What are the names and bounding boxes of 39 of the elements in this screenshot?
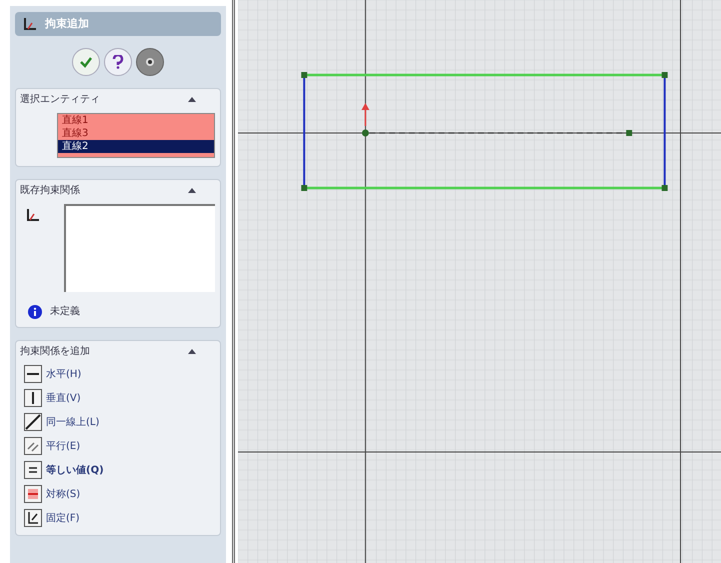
section-title: 選択エンティティ (20, 92, 100, 106)
entity-item[interactable]: 直線1 (58, 114, 214, 127)
entity-list[interactable]: 直線1 直線3 直線2 (57, 113, 215, 158)
equal-relation-icon (24, 461, 42, 479)
panel-title: 拘束追加 (45, 16, 89, 32)
relation-option[interactable]: 平行(E) (46, 438, 80, 454)
symmetric-relation-icon (24, 485, 42, 503)
collapse-caret-icon[interactable] (188, 188, 196, 192)
status-text: 未定義 (50, 304, 80, 319)
relation-icon (24, 208, 40, 222)
collapse-caret-icon[interactable] (188, 96, 196, 102)
relation-option[interactable]: 等しい値(Q) (46, 462, 104, 478)
vertical-relation-icon (24, 389, 42, 407)
entity-item[interactable]: 直線2 (58, 140, 214, 153)
horizontal-relation-icon (24, 365, 42, 383)
pin-button[interactable] (136, 48, 164, 76)
relation-option[interactable]: 水平(H) (46, 366, 82, 382)
relation-option[interactable]: 対称(S) (46, 486, 80, 502)
info-icon (28, 304, 42, 318)
relation-icon (23, 17, 37, 31)
relation-option[interactable]: 垂直(V) (46, 390, 81, 406)
endpoint-marker[interactable] (626, 130, 632, 136)
help-button[interactable] (104, 48, 132, 76)
rectangle-sketch-drawing[interactable] (301, 72, 668, 191)
parallel-relation-icon (24, 437, 42, 455)
fix-relation-icon (24, 509, 42, 527)
section-title: 拘束関係を追加 (20, 344, 90, 358)
origin-point[interactable] (362, 130, 369, 136)
collapse-caret-icon[interactable] (188, 348, 196, 354)
collinear-relation-icon (24, 413, 42, 431)
relation-option[interactable]: 固定(F) (46, 510, 80, 526)
section-title: 既存拘束関係 (20, 184, 80, 198)
entity-item[interactable]: 直線3 (58, 127, 214, 140)
relation-option[interactable]: 同一線上(L) (46, 414, 100, 430)
ok-button[interactable] (72, 48, 100, 76)
checkmark-icon (79, 55, 93, 69)
help-icon (112, 55, 124, 69)
origin-arrow-icon (361, 103, 370, 126)
relations-list[interactable] (64, 204, 215, 292)
